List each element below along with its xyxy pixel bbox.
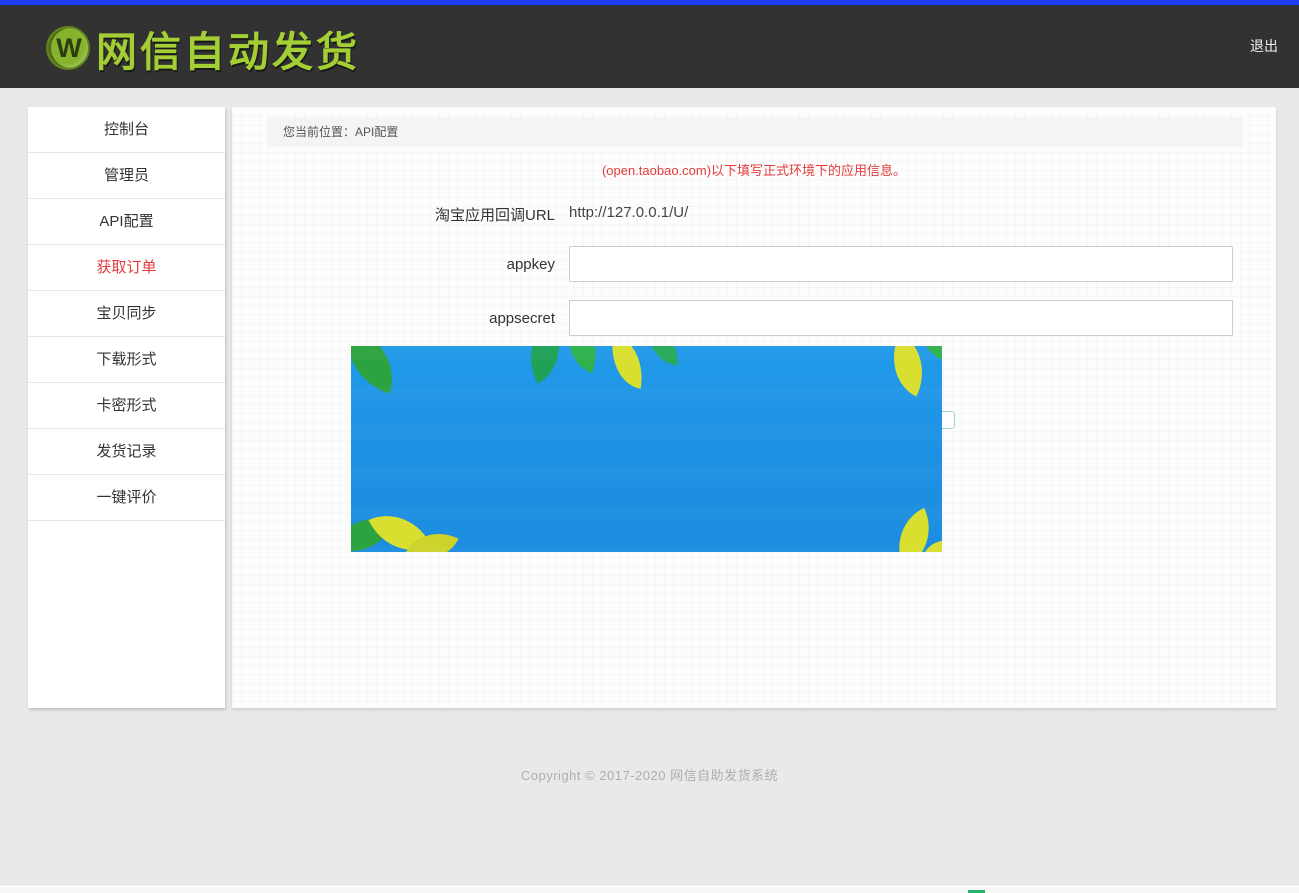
- sidebar-item-download-mode[interactable]: 下载形式: [28, 337, 225, 383]
- sidebar-menu: 控制台 管理员 API配置 获取订单 宝贝同步 下载形式 卡密形式 发货记录 一…: [28, 107, 225, 521]
- app-title: 网信自动发货: [96, 18, 360, 78]
- leaf-icon: [605, 346, 649, 389]
- leaf-icon: [923, 536, 942, 552]
- leaf-icon: [645, 346, 680, 365]
- sidebar-item-delivery-records[interactable]: 发货记录: [28, 429, 225, 475]
- leaf-icon: [921, 346, 942, 370]
- callback-url-label: 淘宝应用回调URL: [232, 204, 555, 225]
- leaf-icon: [351, 346, 406, 394]
- page: W 网信自动发货 退出 控制台 管理员 API配置 获取订单 宝贝同步 下载形式…: [0, 0, 1299, 893]
- leaf-icon: [405, 521, 458, 552]
- sidebar-item-card-secret-mode[interactable]: 卡密形式: [28, 383, 225, 429]
- logo-w-icon: W: [46, 26, 90, 70]
- sidebar-item-one-click-review[interactable]: 一键评价: [28, 475, 225, 521]
- sidebar-item-get-orders[interactable]: 获取订单: [28, 245, 225, 291]
- main-panel: 您当前位置：API配置 (open.taobao.com)以下填写正式环境下的应…: [232, 107, 1276, 708]
- appkey-label: appkey: [232, 256, 555, 273]
- leaf-icon: [884, 508, 942, 552]
- callback-url-value: http://127.0.0.1/U/: [569, 204, 688, 221]
- appsecret-input[interactable]: [569, 300, 1233, 336]
- sidebar-item-api-config[interactable]: API配置: [28, 199, 225, 245]
- banner-image: [351, 346, 942, 552]
- logout-button[interactable]: 退出: [1250, 36, 1278, 56]
- sidebar-item-item-sync[interactable]: 宝贝同步: [28, 291, 225, 337]
- leaf-icon: [878, 346, 937, 397]
- leaf-icon: [556, 346, 607, 373]
- leaf-icon: [514, 346, 576, 384]
- leaf-icon: [351, 504, 394, 552]
- sidebar-item-admin[interactable]: 管理员: [28, 153, 225, 199]
- breadcrumb: 您当前位置：API配置: [267, 118, 1243, 147]
- appsecret-label: appsecret: [232, 310, 555, 327]
- notice-text: (open.taobao.com)以下填写正式环境下的应用信息。: [232, 160, 1276, 179]
- app-logo: W 网信自动发货: [46, 25, 360, 71]
- app-header: W 网信自动发货 退出: [0, 5, 1299, 88]
- appkey-input[interactable]: [569, 246, 1233, 282]
- sidebar: 控制台 管理员 API配置 获取订单 宝贝同步 下载形式 卡密形式 发货记录 一…: [28, 107, 225, 708]
- sidebar-item-console[interactable]: 控制台: [28, 107, 225, 153]
- bottom-strip: [0, 884, 1299, 893]
- leaf-icon: [369, 501, 432, 552]
- footer-copyright: Copyright © 2017-2020 网信自助发货系统: [0, 765, 1299, 784]
